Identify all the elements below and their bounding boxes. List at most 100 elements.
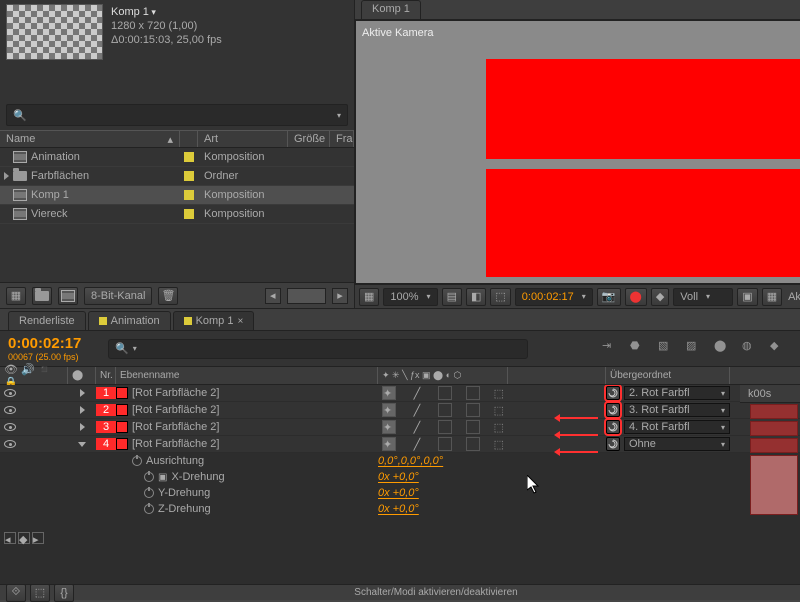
tab-animation[interactable]: Animation	[88, 311, 171, 330]
frame-blend-icon[interactable]: ▧	[658, 339, 678, 359]
stopwatch-icon[interactable]	[144, 504, 154, 514]
visibility-toggle[interactable]	[4, 389, 16, 397]
viewer-tab[interactable]: Komp 1	[361, 0, 421, 19]
viewer-time[interactable]: 0:00:02:17	[515, 288, 593, 306]
motionblur-switch[interactable]	[466, 420, 480, 434]
layer-name[interactable]: [Rot Farbfläche 2]	[132, 438, 219, 450]
pickwhip-icon[interactable]	[606, 403, 620, 417]
keyframe-nav[interactable]: ◂◆▸	[4, 532, 44, 544]
quality-switch[interactable]	[438, 403, 452, 417]
col-number[interactable]: Nr.	[96, 367, 116, 384]
current-time[interactable]: 0:00:02:17	[8, 335, 92, 352]
col-size[interactable]: Größe	[288, 131, 330, 147]
project-item[interactable]: Komp 1Komposition	[0, 186, 354, 205]
shy-switch[interactable]: ✦	[382, 386, 396, 400]
parent-dropdown[interactable]: 4. Rot Farbfl	[624, 420, 730, 434]
layer-color-swatch[interactable]	[116, 387, 128, 399]
pickwhip-icon[interactable]	[606, 420, 620, 434]
dropdown-icon[interactable]: ▾	[337, 111, 341, 120]
layer-row[interactable]: 1[Rot Farbfläche 2]✦╱⬚2. Rot Farbfl	[0, 385, 800, 402]
quality-switch[interactable]	[438, 437, 452, 451]
motionblur-switch[interactable]	[466, 386, 480, 400]
3d-switch[interactable]: ⬚	[494, 387, 504, 400]
3d-renderer-icon[interactable]: ⬣	[630, 339, 650, 359]
project-item[interactable]: FarbflächenOrdner	[0, 167, 354, 186]
expand-button[interactable]: ⬚	[30, 584, 50, 602]
property-row[interactable]: Ausrichtung0,0°,0,0°,0,0°	[0, 453, 800, 469]
resolution-dropdown[interactable]: Voll	[673, 288, 733, 306]
shy-switch[interactable]: ✦	[382, 437, 396, 451]
stopwatch-icon[interactable]	[144, 472, 154, 482]
footer-message[interactable]: Schalter/Modi aktivieren/deaktivieren	[78, 587, 794, 598]
col-fps[interactable]: Fra	[330, 131, 354, 147]
close-icon[interactable]: ×	[237, 316, 243, 327]
tab-renderlist[interactable]: Renderliste	[8, 311, 86, 330]
effects-switch[interactable]: ╱	[410, 404, 424, 417]
shy-switch[interactable]: ✦	[382, 403, 396, 417]
timeline-search[interactable]: 🔍▾	[108, 339, 528, 359]
col-swatch[interactable]	[180, 131, 198, 147]
interpret-footage-button[interactable]: ▦	[6, 287, 26, 305]
layer-color-swatch[interactable]	[116, 438, 128, 450]
col-layername[interactable]: Ebenenname	[116, 367, 378, 384]
brackets-button[interactable]: {}	[54, 584, 74, 602]
col-type[interactable]: Art	[198, 131, 288, 147]
pickwhip-icon[interactable]	[606, 437, 620, 451]
shy-switch[interactable]: ✦	[382, 420, 396, 434]
project-search-input[interactable]	[31, 109, 337, 121]
snapshot-button[interactable]: 📷	[597, 288, 621, 306]
label-swatch[interactable]	[184, 209, 194, 219]
quality-switch[interactable]	[438, 420, 452, 434]
tab-komp1[interactable]: Komp 1×	[173, 311, 255, 330]
expression-icon[interactable]: ▣	[158, 472, 167, 483]
layer-color-swatch[interactable]	[116, 404, 128, 416]
label-swatch[interactable]	[184, 190, 194, 200]
channel-button[interactable]: ⬤	[625, 288, 647, 306]
twirl-icon[interactable]	[80, 406, 85, 414]
property-value[interactable]: 0x +0,0°	[378, 487, 419, 499]
guides-button[interactable]: ▦	[762, 288, 782, 306]
new-comp-button[interactable]	[58, 287, 78, 305]
brainstorm-icon[interactable]: ⬤	[714, 339, 734, 359]
composition-thumbnail[interactable]	[6, 4, 103, 60]
stopwatch-icon[interactable]	[144, 488, 154, 498]
stopwatch-icon[interactable]	[132, 456, 142, 466]
property-row[interactable]: ▣X-Drehung0x +0,0°	[0, 469, 800, 485]
transparent-bg-button[interactable]: ▣	[737, 288, 757, 306]
composition-name[interactable]: Komp 1	[111, 6, 222, 18]
new-folder-button[interactable]	[32, 287, 52, 305]
color-mgmt-button[interactable]: ◆	[651, 288, 669, 306]
visibility-toggle[interactable]	[4, 440, 16, 448]
layer-name[interactable]: [Rot Farbfläche 2]	[132, 387, 219, 399]
mask-icon[interactable]: ◧	[466, 288, 486, 306]
label-swatch[interactable]	[184, 171, 194, 181]
effects-switch[interactable]: ╱	[410, 421, 424, 434]
composition-viewer[interactable]: Aktive Kamera	[355, 20, 800, 284]
project-item[interactable]: AnimationKomposition	[0, 148, 354, 167]
col-name[interactable]: Name	[6, 133, 35, 145]
layer-color-swatch[interactable]	[116, 421, 128, 433]
sort-icon[interactable]: ▴	[167, 133, 173, 145]
project-search[interactable]: 🔍 ▾	[6, 104, 348, 126]
property-value[interactable]: 0x +0,0°	[378, 503, 419, 515]
parent-dropdown[interactable]: 3. Rot Farbfl	[624, 403, 730, 417]
visibility-toggle[interactable]	[4, 406, 16, 414]
3d-switch[interactable]: ⬚	[494, 404, 504, 417]
visibility-toggle[interactable]	[4, 423, 16, 431]
roi-icon[interactable]: ⬚	[490, 288, 510, 306]
resolution-icon[interactable]: ▤	[442, 288, 462, 306]
layer-name[interactable]: [Rot Farbfläche 2]	[132, 421, 219, 433]
graph-editor-icon[interactable]: ◍	[742, 339, 762, 359]
scroll-left-button[interactable]: ◂	[265, 288, 281, 304]
quality-switch[interactable]	[438, 386, 452, 400]
property-value[interactable]: 0,0°,0,0°,0,0°	[378, 455, 443, 467]
effects-switch[interactable]: ╱	[410, 438, 424, 451]
3d-switch[interactable]: ⬚	[494, 438, 504, 451]
parent-dropdown[interactable]: 2. Rot Farbfl	[624, 386, 730, 400]
property-row[interactable]: Z-Drehung0x +0,0°	[0, 501, 800, 517]
parent-dropdown[interactable]: Ohne	[624, 437, 730, 451]
effects-switch[interactable]: ╱	[410, 387, 424, 400]
property-value[interactable]: 0x +0,0°	[378, 471, 419, 483]
twirl-icon[interactable]	[78, 442, 86, 447]
property-row[interactable]: Y-Drehung0x +0,0°	[0, 485, 800, 501]
